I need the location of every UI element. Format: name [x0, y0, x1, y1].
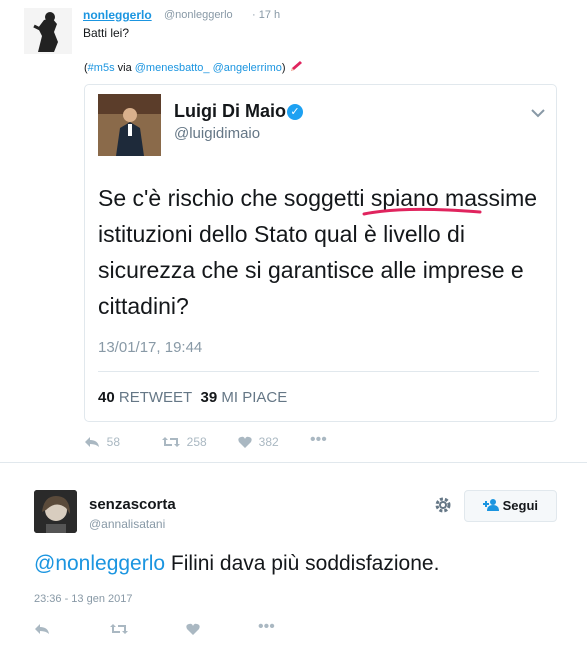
mention-link[interactable]: @angelerrimo	[213, 62, 282, 74]
pencil-icon	[289, 61, 305, 74]
retweet-icon[interactable]	[110, 622, 128, 639]
quoted-author-name[interactable]: Luigi Di Maio	[174, 101, 286, 122]
quoted-tweet-stats: 40 RETWEET 39 MI PIACE	[98, 389, 288, 406]
reply-icon[interactable]	[34, 622, 50, 639]
follow-icon	[482, 499, 499, 511]
author-handle[interactable]: @annalisatani	[89, 517, 165, 531]
gear-icon[interactable]	[434, 496, 452, 519]
tweet-text: Batti lei?	[83, 26, 130, 40]
retweet-icon	[162, 437, 180, 447]
quoted-author-handle[interactable]: @luigidimaio	[174, 125, 260, 142]
like-icon[interactable]	[186, 622, 200, 639]
tweet-via-line: (#m5s via @menesbatto_ @angelerrimo)	[84, 60, 305, 74]
avatar-senzascorta[interactable]	[34, 490, 77, 533]
quoted-tweet-date: 13/01/17, 19:44	[98, 339, 203, 356]
author-name[interactable]: nonleggerlo	[83, 8, 152, 22]
avatar-nonleggerlo[interactable]	[24, 8, 72, 54]
divider	[0, 462, 587, 463]
more-icon[interactable]: •••	[310, 431, 327, 449]
tweet-time[interactable]: · 17 h	[252, 9, 280, 21]
author-name[interactable]: senzascorta	[89, 496, 176, 513]
retweet-button[interactable]: 258	[162, 435, 207, 449]
divider	[98, 371, 539, 372]
more-icon[interactable]: •••	[258, 618, 275, 636]
avatar-luigidimaio[interactable]	[98, 94, 161, 156]
reply-icon	[85, 437, 99, 447]
like-button[interactable]: 382	[238, 435, 279, 449]
follow-button[interactable]: Segui	[464, 490, 557, 522]
chevron-down-icon[interactable]	[531, 106, 545, 121]
mention-link[interactable]: @nonleggerlo	[34, 552, 165, 575]
like-icon	[238, 436, 252, 448]
tweet-text: @nonleggerlo Filini dava più soddisfazio…	[34, 552, 440, 575]
tweet-date[interactable]: 23:36 - 13 gen 2017	[34, 593, 132, 605]
mention-link[interactable]: @menesbatto_	[135, 62, 210, 74]
verified-icon: ✓	[287, 104, 303, 120]
annotation-underline	[362, 207, 482, 216]
hashtag-link[interactable]: #m5s	[88, 62, 115, 74]
reply-button[interactable]: 58	[84, 435, 120, 449]
author-handle[interactable]: @nonleggerlo	[164, 9, 233, 21]
quoted-tweet-text: Se c'è rischio che soggetti spiano massi…	[98, 185, 538, 319]
